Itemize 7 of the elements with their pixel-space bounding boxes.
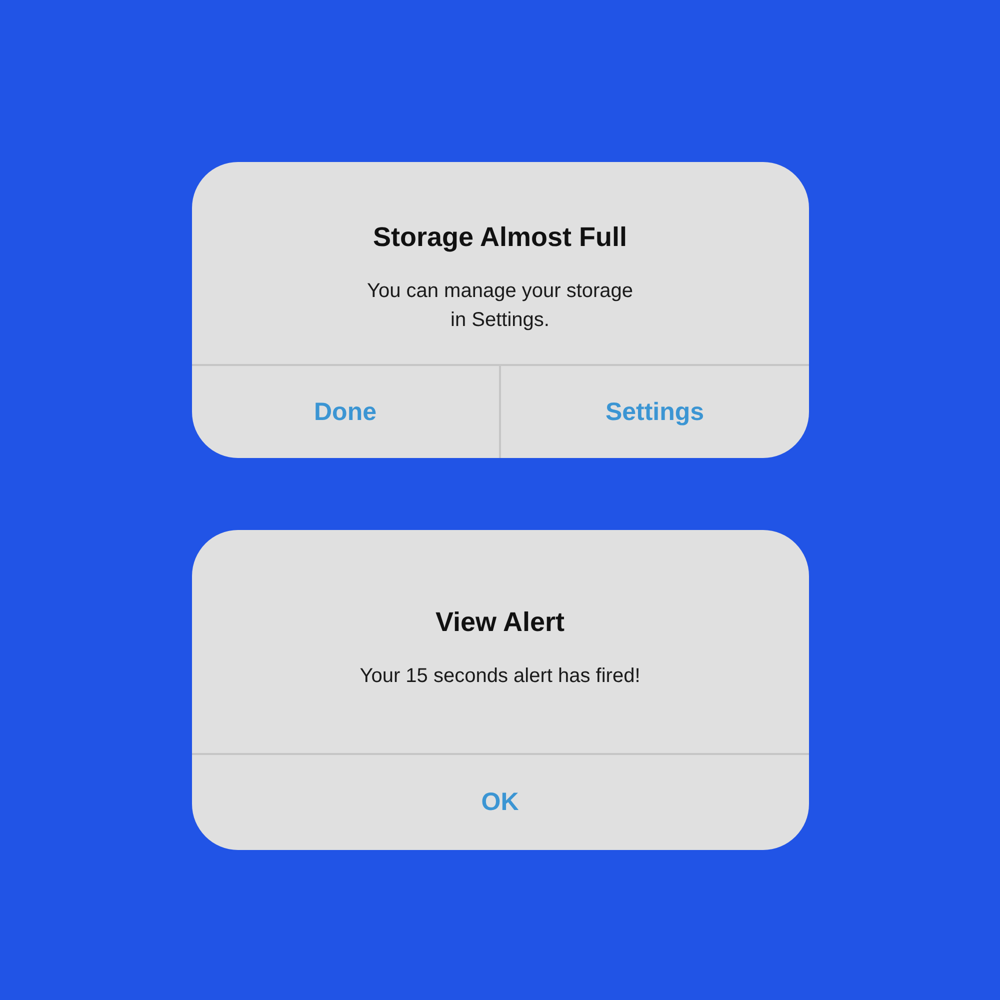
dialog-button[interactable]: Done bbox=[192, 366, 499, 458]
dialog-message: You can manage your storage in Settings. bbox=[366, 279, 634, 333]
dialog-button[interactable]: Settings bbox=[499, 366, 808, 458]
dialog-title: View Alert bbox=[435, 606, 565, 638]
dialog-message: Your 15 seconds alert has fired! bbox=[360, 664, 640, 689]
dialog-button[interactable]: OK bbox=[192, 755, 808, 850]
dialog-title: Storage Almost Full bbox=[372, 221, 628, 253]
